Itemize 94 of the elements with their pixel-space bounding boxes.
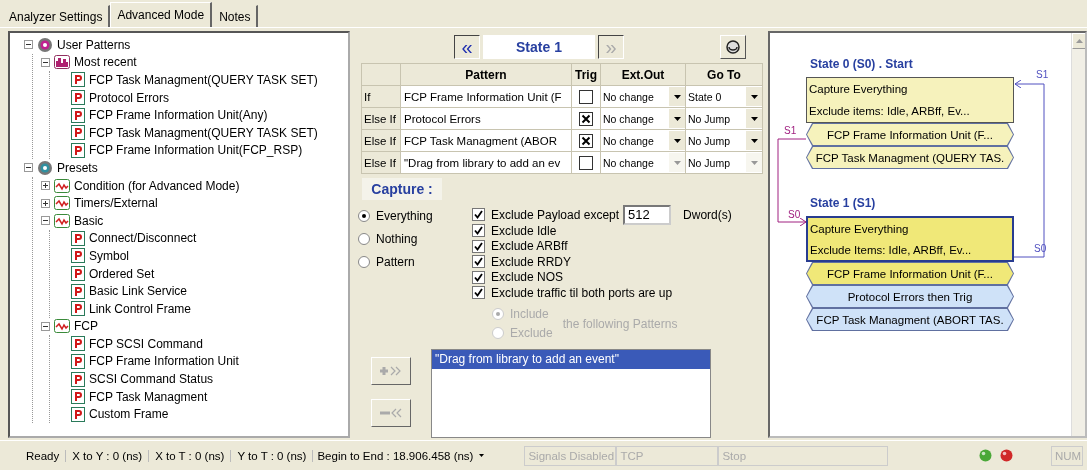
checkbox-label: Exclude traffic til both ports are up (491, 285, 673, 300)
unit-label: Dword(s) (683, 207, 732, 222)
tree-item[interactable]: FCP Task Managment(QUERY TASK SET) (89, 125, 318, 140)
column-header: Ext.Out (600, 63, 686, 86)
condition-cell: Else If (361, 107, 401, 130)
tree-item[interactable]: Basic (74, 213, 104, 228)
condition-cell: Else If (361, 129, 401, 152)
radio-label: Everything (376, 208, 433, 223)
tree-item[interactable]: Connect/Disconnect (89, 231, 197, 246)
radio-label: Nothing (376, 231, 418, 246)
state-title: State 1 (S1) (809, 196, 877, 212)
pattern-cell: Protocol Errors (400, 107, 572, 130)
state-summary: Exclude items: Idle, ARBff, Ev... (809, 105, 971, 117)
state-title: State 0 (S0) . Start (809, 57, 914, 73)
radio-label: Exclude (510, 326, 553, 340)
previous-state-button[interactable]: « (454, 35, 480, 59)
status-panel: TCP (616, 445, 719, 466)
state-summary: Capture Everything (809, 83, 909, 95)
tree-item[interactable]: FCP Task Managment(QUERY TASK SET) (89, 73, 318, 87)
capture-heading: Capture : (362, 178, 442, 200)
tree-item[interactable]: Presets (57, 160, 98, 175)
state-title: State 1 (483, 35, 595, 59)
status-panel: Stop (718, 445, 889, 466)
column-header: Go To (685, 63, 763, 86)
checkbox-label: Exclude Idle (491, 223, 557, 238)
status-field: X to Y : 0 (ns) (66, 449, 150, 462)
exclude-checkbox[interactable]: Exclude Idle (472, 223, 732, 239)
go-to-dropdown[interactable]: State 0 (686, 86, 762, 107)
capture-radio[interactable]: Everything (358, 206, 472, 225)
pattern-node[interactable]: FCP Task Managment (ABORT TAS. (806, 308, 1014, 331)
tree-item[interactable]: Timers/External (74, 196, 158, 211)
tree-item[interactable]: Protocol Errors (89, 90, 170, 105)
status-panel: Signals Disabled (524, 445, 617, 466)
pattern-node[interactable]: FCP Task Managment (QUERY TAS. (806, 146, 1014, 169)
ext-out-dropdown[interactable]: No change (601, 130, 685, 151)
transition-label: S0 (1034, 243, 1047, 254)
tree-item[interactable]: Symbol (89, 248, 129, 263)
column-header: Pattern (400, 63, 572, 86)
exclude-checkbox[interactable]: Exclude RRDY (472, 254, 732, 270)
ext-out-dropdown[interactable]: No change (601, 108, 685, 129)
status-panel: NUM (1051, 445, 1083, 466)
tree-item[interactable]: Most recent (74, 55, 137, 70)
status-field: X to T : 0 (ns) (149, 449, 232, 462)
exclude-checkbox[interactable]: Exclude Payload except (472, 206, 620, 223)
pattern-cell: FCP Task Managment (ABOR (400, 129, 572, 152)
status-field: Begin to End : 18.906.458 (ns) (313, 449, 478, 462)
state-summary: Exclude Items: Idle, ARBff, Ev... (810, 243, 973, 256)
payload-field[interactable]: 512 (623, 204, 672, 225)
tab[interactable]: Advanced Mode (110, 2, 213, 27)
condition-cell: Else If (361, 151, 401, 174)
exclude-checkbox[interactable]: Exclude NOS (472, 269, 732, 285)
radio-label: Include (510, 307, 549, 321)
tree-item[interactable]: FCP Frame Information Unit (89, 354, 239, 369)
checkbox-label: Exclude ARBff (491, 239, 568, 254)
checkbox-label: Exclude RRDY (491, 254, 572, 269)
go-to-dropdown[interactable]: No Jump (686, 108, 762, 129)
tree-item[interactable]: Ordered Set (89, 266, 155, 281)
capture-radio[interactable]: Nothing (358, 229, 472, 248)
pattern-cell: "Drag from library to add an ev (400, 151, 572, 174)
pattern-cell: FCP Frame Information Unit (F (400, 85, 572, 108)
tree-item[interactable]: FCP (74, 319, 98, 334)
column-header: Trig (571, 63, 601, 86)
ext-out-dropdown[interactable]: No change (601, 86, 685, 107)
condition-cell: If (361, 85, 401, 108)
state-summary: Capture Everything (810, 222, 910, 235)
tree-item[interactable]: FCP Frame Information Unit(FCP_RSP) (89, 143, 303, 158)
exclude-checkbox[interactable]: Exclude traffic til both ports are up (472, 285, 732, 301)
filter-note: the following Patterns (562, 316, 678, 331)
transition-label: S1 (784, 125, 797, 136)
pattern-node[interactable]: FCP Frame Information Unit (F... (806, 123, 1014, 146)
tree-item[interactable]: FCP Frame Information Unit(Any) (89, 108, 268, 123)
status-field: Y to T : 0 (ns) (231, 449, 314, 462)
pattern-node[interactable]: Protocol Errors then Trig (806, 285, 1014, 308)
tree-item[interactable]: SCSI Command Status (89, 372, 214, 387)
tree-item[interactable]: FCP SCSI Command (89, 336, 203, 351)
transition-label: S0 (788, 209, 801, 220)
tree-item[interactable]: Condition (for Advanced Mode) (74, 178, 240, 193)
radio-label: Pattern (376, 254, 415, 269)
capture-radio[interactable]: Pattern (358, 252, 472, 271)
tree-item[interactable]: User Patterns (57, 37, 131, 52)
event-item[interactable]: "Drag from library to add an event" (432, 349, 710, 369)
exclude-checkbox[interactable]: Exclude ARBff (472, 238, 732, 254)
state-box[interactable]: Capture Everything Exclude items: Idle, ARBff, Ev... (806, 77, 1014, 123)
checkbox-label: Exclude NOS (491, 270, 564, 285)
state-box[interactable]: Capture Everything Exclude Items: Idle, ARBff, Ev... (806, 216, 1014, 262)
tree-item[interactable]: FCP Task Managment (89, 389, 208, 404)
pattern-node[interactable]: FCP Frame Information Unit (F... (806, 262, 1014, 285)
tree-item[interactable]: Basic Link Service (89, 284, 188, 299)
go-to-dropdown[interactable]: No Jump (686, 130, 762, 151)
tree-item[interactable]: Link Control Frame (89, 301, 192, 316)
checkbox-label: Exclude Payload except (491, 207, 620, 222)
transition-label: S1 (1036, 69, 1049, 80)
status-field: Ready (20, 449, 67, 462)
tree-item[interactable]: Custom Frame (89, 407, 169, 422)
